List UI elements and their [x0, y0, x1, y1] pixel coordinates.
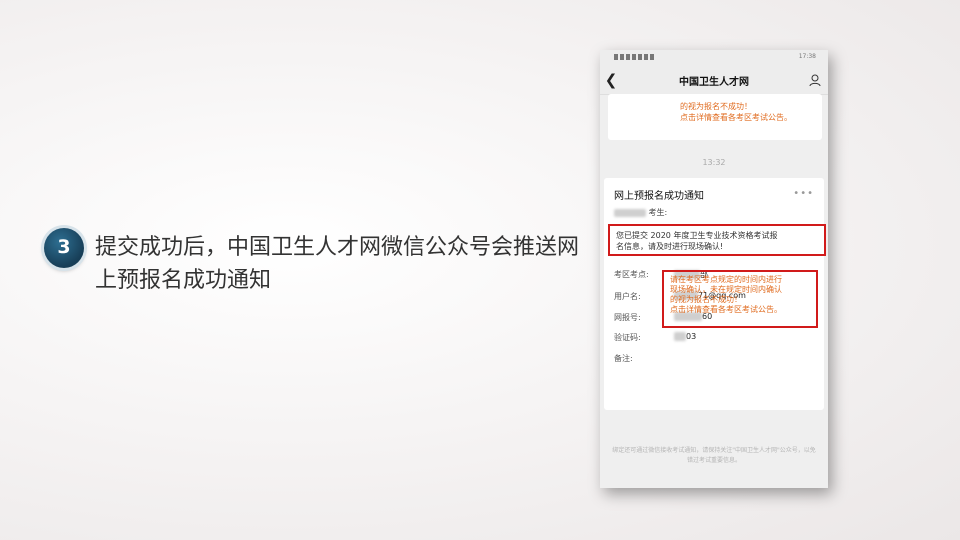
greeting-suffix: 考生:: [648, 208, 668, 217]
user-icon[interactable]: [808, 73, 822, 87]
row-label: 网报号:: [614, 313, 641, 322]
card-title: 网上预报名成功通知: [614, 191, 704, 202]
status-bar: 17:38: [600, 50, 828, 66]
status-time: 17:38: [798, 53, 816, 60]
remark-line-2: 现场确认，未在规定时间内确认: [670, 285, 782, 294]
row-remark: 备注:: [614, 353, 633, 364]
row-username: 用户名: 71@qq.com: [614, 291, 746, 302]
message-timestamp: 13:32: [702, 158, 726, 167]
footer-note: 绑定还可通过微信接收考试通知，请保持关注"中国卫生人才网"公众号，以免错过考试重…: [612, 447, 816, 464]
row-label: 备注:: [614, 354, 633, 363]
row-exam-site: 考区考点: 部: [614, 269, 708, 280]
phone-screenshot: 17:38 ❮ 中国卫生人才网 的视为报名不成功！ 点击详情查看各考区考试公告。…: [600, 50, 828, 488]
step-badge: 3: [44, 228, 84, 268]
back-icon[interactable]: ❮: [602, 71, 620, 89]
notice-line-1: 您已提交 2020 年度卫生专业技术资格考试报: [616, 231, 778, 240]
row-value: 03: [686, 332, 697, 341]
highlight-box-remark: 请在考区考点规定的时间内进行 现场确认，未在规定时间内确认 的视为报名不成功！ …: [662, 270, 818, 328]
redacted-name: [614, 208, 646, 217]
remark-line-3: 的视为报名不成功！: [670, 295, 742, 304]
row-registration-no: 网报号: 60: [614, 312, 712, 323]
previous-message-card[interactable]: 的视为报名不成功！ 点击详情查看各考区考试公告。: [608, 94, 822, 140]
nav-title: 中国卫生人才网: [679, 77, 749, 88]
step-caption: 提交成功后，中国卫生人才网微信公众号会推送网上预报名成功通知: [95, 235, 580, 293]
notice-line-2: 名信息，请及时进行现场确认!: [616, 242, 724, 251]
greeting: 考生:: [614, 207, 667, 218]
highlight-box-notice: 您已提交 2020 年度卫生专业技术资格考试报 名信息，请及时进行现场确认!: [608, 224, 826, 256]
step-number: 3: [57, 236, 71, 258]
remark-line-1: 请在考区考点规定的时间内进行: [670, 275, 782, 284]
row-verification-code: 验证码: 03: [614, 332, 696, 343]
more-icon[interactable]: •••: [793, 188, 814, 199]
prev-line-1: 的视为报名不成功！: [680, 102, 752, 111]
row-label: 用户名:: [614, 292, 641, 301]
nav-bar: ❮ 中国卫生人才网: [600, 66, 828, 95]
prev-line-2: 点击详情查看各考区考试公告。: [680, 113, 792, 122]
row-label: 考区考点:: [614, 270, 649, 279]
remark-line-4: 点击详情查看各考区考试公告。: [670, 305, 782, 314]
signal-icons: [614, 54, 656, 60]
row-label: 验证码:: [614, 333, 641, 342]
